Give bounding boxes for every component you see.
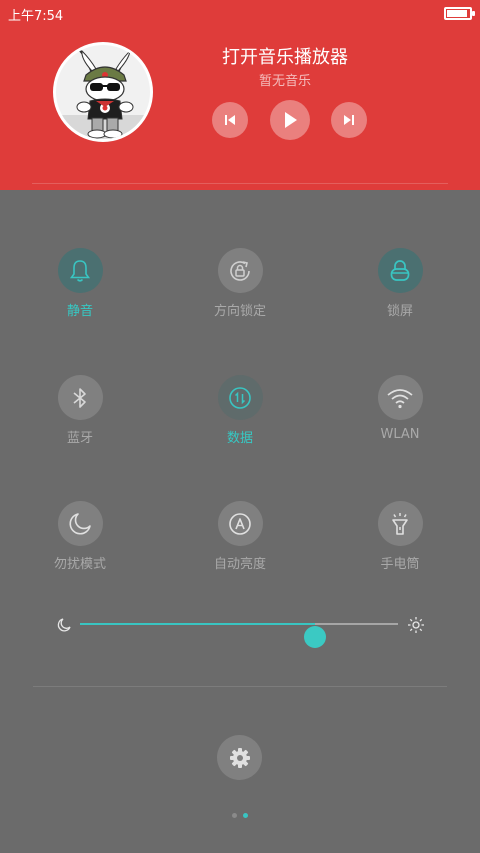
toggle-wlan[interactable]: WLAN bbox=[350, 375, 450, 442]
brightness-thumb[interactable] bbox=[304, 626, 327, 648]
play-icon bbox=[285, 112, 297, 128]
toggle-rotation-lock[interactable]: 方向锁定 bbox=[190, 248, 290, 319]
brightness-slider[interactable] bbox=[0, 610, 480, 648]
toggle-flashlight[interactable]: 手电筒 bbox=[350, 501, 450, 572]
toggle-mute-circle[interactable] bbox=[57, 248, 103, 293]
mobile-data-icon bbox=[229, 386, 251, 409]
status-bar: 上午7:54 bbox=[0, 0, 480, 28]
toggle-mobile-data[interactable]: 数据 bbox=[190, 375, 290, 446]
toggle-wlan-circle[interactable] bbox=[377, 375, 423, 420]
page-indicator bbox=[230, 812, 254, 820]
gear-icon bbox=[229, 747, 250, 768]
bell-icon bbox=[69, 259, 91, 282]
toggle-auto-brightness-circle[interactable] bbox=[217, 501, 263, 546]
toggle-wlan-label: WLAN bbox=[380, 427, 420, 442]
toggle-do-not-disturb-label: 勿扰模式 bbox=[53, 557, 106, 572]
toggle-flashlight-circle[interactable] bbox=[377, 501, 423, 546]
page-dot-1 bbox=[232, 813, 237, 818]
battery-icon bbox=[444, 7, 475, 20]
sun-small-icon bbox=[408, 617, 424, 633]
toggle-do-not-disturb-circle[interactable] bbox=[57, 501, 103, 546]
status-time: 上午7:54 bbox=[8, 9, 64, 24]
previous-icon bbox=[225, 115, 235, 125]
settings-button[interactable] bbox=[217, 735, 262, 780]
battery-fill bbox=[447, 10, 467, 17]
toggle-rotation-lock-circle[interactable] bbox=[217, 248, 263, 293]
play-button[interactable] bbox=[270, 100, 310, 140]
toggle-auto-brightness[interactable]: 自动亮度 bbox=[190, 501, 290, 572]
brightness-track[interactable] bbox=[80, 623, 398, 648]
toggle-bluetooth[interactable]: 蓝牙 bbox=[30, 375, 130, 446]
moon-small-icon bbox=[57, 618, 71, 632]
bluetooth-icon bbox=[73, 387, 86, 408]
mitu-bunny-avatar[interactable] bbox=[53, 42, 153, 142]
toggle-mute-label: 静音 bbox=[66, 304, 93, 319]
toggle-rotation-lock-label: 方向锁定 bbox=[213, 304, 266, 319]
toggle-lock-screen-label: 锁屏 bbox=[386, 304, 413, 319]
toggle-bluetooth-label: 蓝牙 bbox=[66, 431, 93, 446]
rotation-lock-icon bbox=[230, 260, 250, 281]
music-title[interactable]: 打开音乐播放器 bbox=[180, 43, 390, 69]
next-button[interactable] bbox=[331, 102, 367, 138]
toggle-lock-screen-circle[interactable] bbox=[377, 248, 423, 293]
previous-button[interactable] bbox=[212, 102, 248, 138]
toggle-do-not-disturb[interactable]: 勿扰模式 bbox=[30, 501, 130, 572]
music-divider bbox=[32, 183, 448, 184]
music-player-card[interactable]: 打开音乐播放器 暂无音乐 bbox=[0, 28, 480, 190]
lock-icon bbox=[390, 259, 410, 281]
brightness-track-fill bbox=[80, 623, 316, 625]
flashlight-icon bbox=[392, 512, 408, 535]
toggle-flashlight-label: 手电筒 bbox=[380, 557, 420, 572]
page-dot-2 bbox=[243, 813, 248, 818]
toggle-mobile-data-circle[interactable] bbox=[217, 375, 263, 420]
toggle-bluetooth-circle[interactable] bbox=[57, 375, 103, 420]
toggle-mute[interactable]: 静音 bbox=[30, 248, 130, 319]
wifi-icon bbox=[387, 388, 413, 408]
moon-icon bbox=[69, 512, 91, 534]
toggle-mobile-data-label: 数据 bbox=[226, 431, 253, 446]
music-subtitle: 暂无音乐 bbox=[258, 74, 311, 89]
toggle-lock-screen[interactable]: 锁屏 bbox=[350, 248, 450, 319]
auto-brightness-icon bbox=[229, 512, 251, 535]
next-icon bbox=[344, 115, 354, 125]
panel-divider bbox=[33, 686, 447, 687]
toggle-auto-brightness-label: 自动亮度 bbox=[213, 557, 266, 572]
